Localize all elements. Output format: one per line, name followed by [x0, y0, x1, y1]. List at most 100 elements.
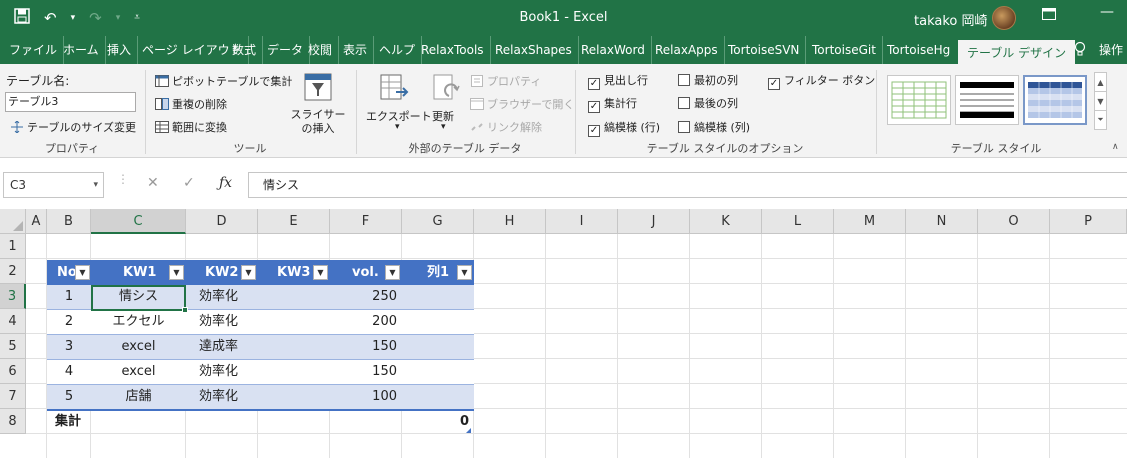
user-name[interactable]: takako 岡崎 — [914, 10, 987, 29]
filter-dropdown-icon[interactable]: ▼ — [241, 265, 256, 280]
name-box-dropdown-icon[interactable]: ▾ — [93, 173, 98, 197]
table-cell-kw1[interactable]: excel — [91, 359, 186, 384]
tab-relaxword[interactable]: RelaxWord — [581, 36, 652, 64]
avatar[interactable] — [992, 6, 1016, 30]
unlink-button[interactable]: リンク解除 — [470, 119, 542, 135]
table-cell-kw2[interactable]: 効率化 — [186, 359, 258, 384]
tab-table-design[interactable]: テーブル デザイン — [958, 38, 1076, 64]
gallery-more-icon[interactable]: ⏷ — [1095, 111, 1106, 129]
column-header-b[interactable]: B — [47, 209, 91, 234]
table-style-dark[interactable] — [955, 75, 1019, 125]
filter-button-checkbox[interactable]: ✓ フィルター ボタン — [768, 72, 875, 90]
tab-insert[interactable]: 挿入 — [107, 36, 139, 64]
column-header-c[interactable]: C — [91, 209, 186, 234]
pivot-summarize-button[interactable]: ピボットテーブルで集計 — [155, 73, 292, 89]
slicer-button[interactable]: スライサーの挿入 — [288, 108, 348, 136]
filter-dropdown-icon[interactable]: ▼ — [385, 265, 400, 280]
table-cell-no[interactable]: 4 — [47, 359, 91, 384]
column-header-o[interactable]: O — [978, 209, 1050, 234]
last-column-checkbox[interactable]: 最後の列 — [678, 95, 738, 111]
table-cell-vol[interactable]: 200 — [330, 309, 402, 334]
row-header-3[interactable]: 3 — [0, 284, 26, 309]
banded-columns-checkbox[interactable]: 縞模様 (列) — [678, 119, 750, 135]
column-header-p[interactable]: P — [1050, 209, 1127, 234]
filter-dropdown-icon[interactable]: ▼ — [313, 265, 328, 280]
table-style-medium-blue[interactable] — [1023, 75, 1087, 125]
resize-table-button[interactable]: テーブルのサイズ変更 — [10, 119, 136, 135]
tab-relaxshapes[interactable]: RelaxShapes — [495, 36, 579, 64]
tab-tell-me[interactable]: 操作 — [1099, 36, 1123, 64]
column-header-n[interactable]: N — [906, 209, 978, 234]
gallery-down-icon[interactable]: ▼ — [1095, 92, 1106, 111]
row-header-7[interactable]: 7 — [0, 384, 26, 409]
table-cell-kw2[interactable]: 効率化 — [186, 384, 258, 409]
row-header-2[interactable]: 2 — [0, 259, 26, 284]
properties-button[interactable]: プロパティ — [470, 73, 541, 89]
table-style-light[interactable] — [887, 75, 951, 125]
column-header-d[interactable]: D — [186, 209, 258, 234]
lightbulb-icon[interactable] — [1074, 36, 1086, 64]
column-header-f[interactable]: F — [330, 209, 402, 234]
cancel-icon[interactable]: ✕ — [147, 175, 159, 191]
insert-function-icon[interactable]: ƒx — [219, 175, 232, 191]
table-cell-no[interactable]: 5 — [47, 384, 91, 409]
tab-relaxapps[interactable]: RelaxApps — [655, 36, 725, 64]
total-row-checkbox[interactable]: ✓ 集計行 — [588, 95, 637, 113]
column-header-j[interactable]: J — [618, 209, 690, 234]
column-header-h[interactable]: H — [474, 209, 546, 234]
gallery-scrollbar[interactable]: ▲ ▼ ⏷ — [1094, 72, 1107, 130]
row-header-8[interactable]: 8 — [0, 409, 26, 434]
fill-handle[interactable] — [182, 307, 188, 313]
filter-dropdown-icon[interactable]: ▼ — [75, 265, 90, 280]
table-cell-no[interactable]: 2 — [47, 309, 91, 334]
row-header-1[interactable]: 1 — [0, 234, 26, 259]
first-column-checkbox[interactable]: 最初の列 — [678, 72, 738, 88]
enter-icon[interactable]: ✓ — [183, 175, 195, 191]
tab-file[interactable]: ファイル — [9, 36, 65, 64]
formula-input[interactable]: 情シス — [248, 172, 1127, 198]
remove-duplicates-button[interactable]: 重複の削除 — [155, 96, 227, 112]
table-cell-vol[interactable]: 250 — [330, 284, 402, 309]
table-cell-kw2[interactable]: 効率化 — [186, 284, 258, 309]
column-header-l[interactable]: L — [762, 209, 834, 234]
table-cell-kw1[interactable]: 店舗 — [91, 384, 186, 409]
banded-rows-checkbox[interactable]: ✓ 縞模様 (行) — [588, 119, 660, 137]
export-dropdown-icon[interactable]: ▾ — [395, 122, 400, 132]
refresh-icon[interactable] — [430, 72, 462, 104]
tab-review[interactable]: 校閲 — [308, 36, 340, 64]
slicer-icon[interactable] — [302, 71, 334, 103]
tab-help[interactable]: ヘルプ — [379, 36, 423, 64]
formula-bar-drag-icon[interactable]: ⋮ — [117, 172, 129, 186]
table-cell-kw2[interactable]: 達成率 — [186, 334, 258, 359]
table-cell-vol[interactable]: 150 — [330, 334, 402, 359]
filter-dropdown-icon[interactable]: ▼ — [457, 265, 472, 280]
open-in-browser-button[interactable]: ブラウザーで開く — [470, 96, 574, 112]
export-icon[interactable] — [378, 72, 410, 104]
gallery-up-icon[interactable]: ▲ — [1095, 73, 1106, 92]
total-row-value[interactable]: 0 — [402, 409, 474, 434]
name-box[interactable]: C3 ▾ — [3, 172, 104, 198]
ribbon-display-icon[interactable] — [1042, 8, 1056, 24]
tab-tortoisehg[interactable]: TortoiseHg — [887, 36, 950, 64]
table-cell-no[interactable]: 1 — [47, 284, 91, 309]
tab-tortoisegit[interactable]: TortoiseGit — [812, 36, 883, 64]
tab-home[interactable]: ホーム — [63, 36, 106, 64]
table-cell-vol[interactable]: 150 — [330, 359, 402, 384]
minimize-icon[interactable]: — — [1100, 4, 1114, 20]
tab-tortoisesvn[interactable]: TortoiseSVN — [728, 36, 807, 64]
total-row-label[interactable]: 集計 — [47, 409, 91, 434]
table-cell-kw1[interactable]: エクセル — [91, 309, 186, 334]
tab-relaxtools[interactable]: RelaxTools — [421, 36, 491, 64]
tab-data[interactable]: データ — [267, 36, 311, 64]
select-all-button[interactable] — [0, 209, 26, 234]
table-cell-no[interactable]: 3 — [47, 334, 91, 359]
row-header-4[interactable]: 4 — [0, 309, 26, 334]
table-cell-kw2[interactable]: 効率化 — [186, 309, 258, 334]
column-header-m[interactable]: M — [834, 209, 906, 234]
tab-formulas[interactable]: 数式 — [232, 36, 264, 64]
column-header-k[interactable]: K — [690, 209, 762, 234]
column-header-i[interactable]: I — [546, 209, 618, 234]
column-header-a[interactable]: A — [26, 209, 47, 234]
convert-to-range-button[interactable]: 範囲に変換 — [155, 119, 227, 135]
row-header-6[interactable]: 6 — [0, 359, 26, 384]
